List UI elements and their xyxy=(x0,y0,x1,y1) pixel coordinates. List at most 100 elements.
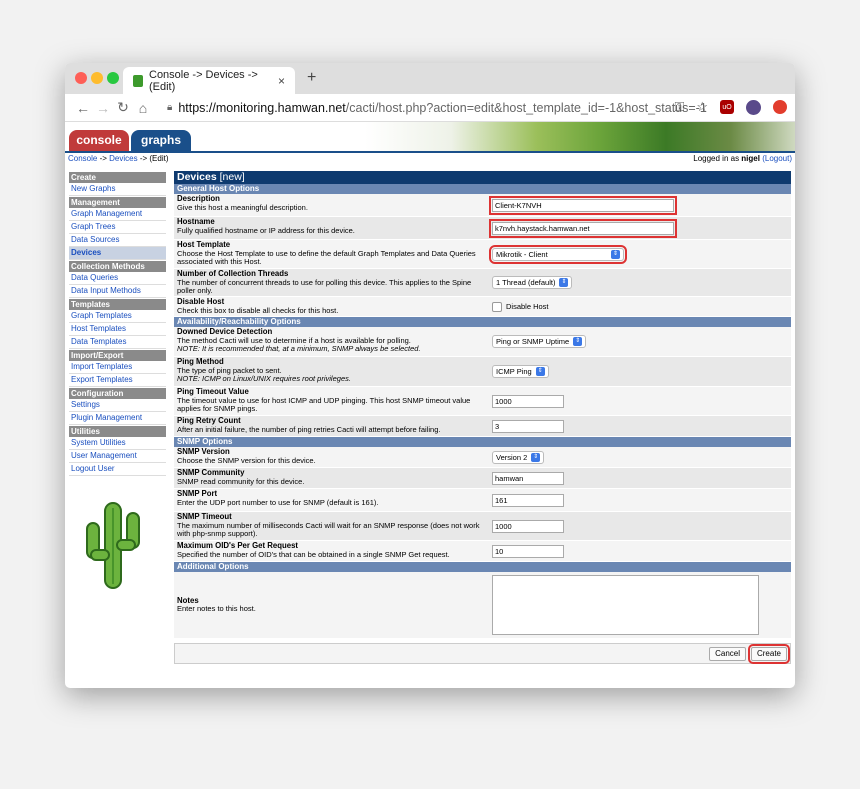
disable-host-checkbox[interactable] xyxy=(492,301,502,312)
row-notes: Notes Enter notes to this host. xyxy=(174,572,791,639)
create-button[interactable]: Create xyxy=(747,644,791,664)
sidebar-item-export-templates[interactable]: Export Templates xyxy=(69,374,166,387)
section-general-host-options: General Host Options xyxy=(174,184,791,194)
select-arrow-icon: ⇕ xyxy=(535,367,545,376)
row-ping-retry: Ping Retry Count After an initial failure… xyxy=(174,416,791,437)
ping-retry-input[interactable]: 3 xyxy=(492,419,564,433)
breadcrumb-edit: (Edit) xyxy=(149,154,169,163)
ping-timeout-input[interactable]: 1000 xyxy=(492,394,564,408)
sidebar-item-devices[interactable]: Devices xyxy=(69,247,166,260)
sidebar-item-import-templates[interactable]: Import Templates xyxy=(69,361,166,374)
section-snmp-options: SNMP Options xyxy=(174,437,791,447)
downed-value: Ping or SNMP Uptime xyxy=(496,337,570,346)
sidebar-header-templates: Templates xyxy=(69,299,166,310)
breadcrumb-devices[interactable]: Devices xyxy=(109,154,137,163)
key-icon[interactable]: ⚿ xyxy=(674,99,684,115)
close-window-button[interactable] xyxy=(75,72,87,84)
breadcrumb-console[interactable]: Console xyxy=(68,154,97,163)
ping-timeout-help: The timeout value to use for host ICMP a… xyxy=(177,395,471,413)
sidebar-item-graph-templates[interactable]: Graph Templates xyxy=(69,310,166,323)
threads-help: The number of concurrent threads to use … xyxy=(177,277,472,295)
sidebar-item-settings[interactable]: Settings xyxy=(69,399,166,412)
new-tab-button[interactable]: + xyxy=(307,69,316,87)
url-host: https://monitoring.hamwan.net xyxy=(178,100,346,115)
extension-icon[interactable] xyxy=(773,100,787,114)
snmp-port-input[interactable]: 161 xyxy=(492,493,564,507)
select-arrow-icon: ⇕ xyxy=(611,249,620,259)
sidebar-item-host-templates[interactable]: Host Templates xyxy=(69,323,166,336)
minimize-window-button[interactable] xyxy=(91,72,103,84)
section-additional-options: Additional Options xyxy=(174,562,791,572)
hostname-help: Fully qualified hostname or IP address f… xyxy=(177,225,355,235)
sidebar-item-data-sources[interactable]: Data Sources xyxy=(69,234,166,247)
row-downed-detection: Downed Device Detection The method Cacti … xyxy=(174,327,791,357)
home-icon[interactable]: ⌂ xyxy=(133,100,153,116)
description-input[interactable]: Client-K7NVH xyxy=(489,195,677,215)
graphs-tab[interactable]: graphs xyxy=(131,130,191,151)
console-tab[interactable]: console xyxy=(69,130,129,151)
sidebar-header-collection-methods: Collection Methods xyxy=(69,261,166,272)
row-ping-method: Ping Method The type of ping packet to se… xyxy=(174,357,791,387)
browser-tab[interactable]: Console -> Devices -> (Edit) × xyxy=(123,67,295,94)
sidebar-item-data-input-methods[interactable]: Data Input Methods xyxy=(69,285,166,298)
host-template-select[interactable]: Mikrotik - Client ⇕ xyxy=(489,244,627,264)
url-field[interactable]: 🔒︎ https://monitoring.hamwan.net/cacti/h… xyxy=(167,101,707,115)
sidebar-item-graph-management[interactable]: Graph Management xyxy=(69,208,166,221)
sidebar-item-new-graphs[interactable]: New Graphs xyxy=(69,183,166,196)
ping-retry-help: After an initial failure, the number of … xyxy=(177,424,441,434)
sidebar-item-data-queries[interactable]: Data Queries xyxy=(69,272,166,285)
snmp-community-input[interactable]: hamwan xyxy=(492,471,564,485)
sidebar-header-import-export: Import/Export xyxy=(69,350,166,361)
notes-textarea[interactable] xyxy=(492,575,759,635)
logout-link[interactable]: (Logout) xyxy=(762,154,792,163)
sidebar-item-system-utilities[interactable]: System Utilities xyxy=(69,437,166,450)
snmp-port-help: Enter the UDP port number to use for SNM… xyxy=(177,497,379,507)
threads-select[interactable]: 1 Thread (default) ⇕ xyxy=(492,276,573,289)
sidebar-item-graph-trees[interactable]: Graph Trees xyxy=(69,221,166,234)
sidebar-menu: Create New Graphs Management Graph Manag… xyxy=(69,171,166,476)
snmp-timeout-input[interactable]: 1000 xyxy=(492,519,564,533)
profile-avatar-icon[interactable] xyxy=(746,99,761,115)
hostname-input[interactable]: k7nvh.haystack.hamwan.net xyxy=(489,218,677,238)
max-oids-input[interactable]: 10 xyxy=(492,544,564,558)
device-form: Devices [new] General Host Options Descr… xyxy=(174,171,791,664)
downed-select[interactable]: Ping or SNMP Uptime ⇕ xyxy=(492,335,587,348)
lock-icon: 🔒︎ xyxy=(167,102,173,113)
disable-host-checkbox-label[interactable]: Disable Host xyxy=(506,302,549,311)
login-user: nigel xyxy=(741,154,760,163)
breadcrumb-bar: Console -> Devices -> (Edit) Logged in a… xyxy=(65,153,795,165)
cactus-logo-icon xyxy=(86,502,140,589)
ublock-icon[interactable]: uO xyxy=(720,100,734,114)
sidebar-item-logout-user[interactable]: Logout User xyxy=(69,463,166,476)
login-status: Logged in as nigel (Logout) xyxy=(693,153,792,165)
header-cactus-banner xyxy=(365,122,795,151)
row-snmp-port: SNMP Port Enter the UDP port number to us… xyxy=(174,489,791,512)
sidebar-header-utilities: Utilities xyxy=(69,426,166,437)
bookmark-star-icon[interactable]: ☆ xyxy=(696,99,708,115)
back-icon[interactable]: ← xyxy=(73,100,93,116)
ping-method-note: NOTE: ICMP on Linux/UNIX requires root p… xyxy=(177,374,351,383)
max-oids-help: Specified the number of OID's that can b… xyxy=(177,549,450,559)
sidebar-header-configuration: Configuration xyxy=(69,388,166,399)
zoom-window-button[interactable] xyxy=(107,72,119,84)
sidebar-item-data-templates[interactable]: Data Templates xyxy=(69,336,166,349)
host-template-help: Choose the Host Template to use to defin… xyxy=(177,248,476,266)
row-host-template: Host Template Choose the Host Template to… xyxy=(174,240,791,269)
tab-close-icon[interactable]: × xyxy=(278,74,285,88)
cacti-header: console graphs xyxy=(65,122,795,153)
sidebar-item-plugin-management[interactable]: Plugin Management xyxy=(69,412,166,425)
cancel-button[interactable]: Cancel xyxy=(709,647,746,661)
reload-icon[interactable]: ↻ xyxy=(113,99,133,116)
forward-icon[interactable]: → xyxy=(93,100,113,116)
snmp-version-select[interactable]: Version 2 ⇕ xyxy=(492,450,545,464)
ping-method-select[interactable]: ICMP Ping ⇕ xyxy=(492,365,549,378)
host-template-value: Mikrotik - Client xyxy=(496,249,548,259)
notes-help: Enter notes to this host. xyxy=(177,604,256,613)
row-snmp-timeout: SNMP Timeout The maximum number of millis… xyxy=(174,512,791,541)
page-title: Devices [new] xyxy=(174,171,791,184)
select-arrow-icon: ⇕ xyxy=(559,278,569,287)
row-collection-threads: Number of Collection Threads The number o… xyxy=(174,269,791,297)
threads-value: 1 Thread (default) xyxy=(496,278,556,287)
sidebar-item-user-management[interactable]: User Management xyxy=(69,450,166,463)
section-availability-options: Availability/Reachability Options xyxy=(174,317,791,327)
